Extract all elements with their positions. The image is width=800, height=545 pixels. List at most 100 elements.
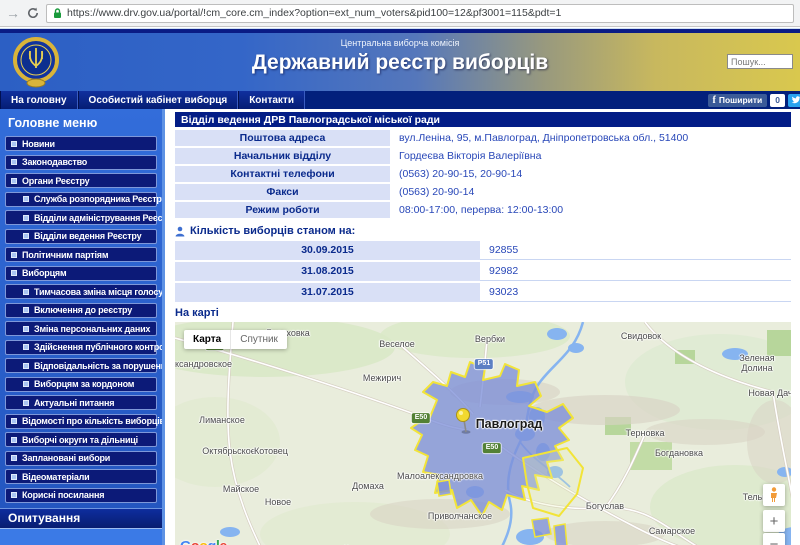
road-badge: Р51: [474, 359, 494, 369]
map-heading: На карті: [175, 307, 219, 319]
bullet-square-icon: [11, 418, 17, 424]
bullet-square-icon: [11, 270, 17, 276]
google-map[interactable]: Е50Е50Е50Р51 БулаховкаВеселоеВербкиСвидо…: [175, 322, 791, 545]
bullet-square-icon: [11, 251, 17, 258]
google-logo[interactable]: Google: [180, 539, 227, 545]
bullet-square-icon: [23, 196, 29, 202]
sidebar-menu-item[interactable]: Законодавство: [5, 154, 157, 170]
table-row: 31.08.2015 92982: [175, 262, 791, 281]
map-type-control: Карта Спутник: [184, 330, 287, 349]
sidebar-menu-item[interactable]: Відділи ведення Реєстру: [5, 228, 157, 244]
sidebar-menu-item[interactable]: Відомості про кількість виборців: [5, 413, 162, 429]
sidebar-menu: Новини Законодавство Органи Реєстру Служ…: [0, 136, 162, 503]
sidebar-menu-item[interactable]: Відповідальність за порушення: [5, 358, 162, 373]
sidebar-menu-item[interactable]: Здійснення публічного контролю: [5, 339, 162, 355]
detail-label: Контактні телефони: [175, 166, 390, 182]
zoom-out-button[interactable]: −: [763, 533, 785, 545]
detail-label: Режим роботи: [175, 202, 390, 218]
bullet-square-icon: [11, 436, 17, 443]
voter-date: 31.08.2015: [175, 262, 480, 281]
sidebar-menu-item[interactable]: Органи Реєстру: [5, 173, 157, 188]
bullet-square-icon: [23, 214, 29, 221]
table-row: Поштова адреса вул.Леніна, 95, м.Павлогр…: [175, 130, 791, 146]
office-title-bar: Відділ ведення ДРВ Павлоградської місько…: [175, 112, 791, 127]
main-content: Відділ ведення ДРВ Павлоградської місько…: [168, 109, 800, 545]
map-canvas: [175, 322, 791, 545]
detail-value: (0563) 20-90-15, 20-90-14: [399, 168, 523, 180]
road-badge: Е50: [482, 443, 502, 453]
bullet-square-icon: [11, 140, 17, 147]
bullet-square-icon: [23, 325, 29, 332]
poll-section-header: Опитування: [0, 507, 162, 528]
voter-date: 30.09.2015: [175, 241, 480, 260]
bullet-square-icon: [11, 473, 17, 480]
forward-icon[interactable]: →: [6, 6, 20, 20]
sidebar-menu-item[interactable]: Виборцям за кордоном: [5, 376, 157, 392]
padlock-icon: [53, 7, 62, 19]
zoom-in-button[interactable]: +: [763, 510, 785, 532]
reload-icon[interactable]: [27, 7, 39, 19]
url-text: https://www.drv.gov.ua/portal/!cm_core.c…: [67, 7, 562, 19]
agency-name: Центральна виборча комісія: [340, 38, 460, 48]
sidebar-menu-item[interactable]: Відділи адміністрування Реєстру: [5, 210, 162, 225]
sidebar-menu-item[interactable]: Зміна персональних даних: [5, 321, 157, 336]
table-row: Режим роботи 08:00-17:00, перерва: 12:00…: [175, 202, 791, 218]
site-header: Центральна виборча комісія Державний реє…: [0, 33, 800, 91]
facebook-share-button[interactable]: f Поширити: [707, 93, 768, 107]
sidebar-menu-item[interactable]: Служба розпорядника Реєстру: [5, 191, 162, 207]
bullet-square-icon: [23, 344, 29, 350]
sidebar-menu-item[interactable]: Корисні посилання: [5, 487, 157, 503]
cvk-emblem-logo: [12, 36, 60, 94]
voter-count: 92855: [480, 241, 791, 260]
detail-label: Факси: [175, 184, 390, 200]
sidebar-title: Головне меню: [8, 116, 98, 130]
sidebar: Головне меню Новини Законодавство Органи…: [0, 109, 165, 545]
nav-contacts-button[interactable]: Контакти: [238, 91, 305, 109]
pegman-control[interactable]: [763, 484, 785, 506]
detail-value: (0563) 20-90-14: [399, 186, 475, 198]
nav-cabinet-button[interactable]: Особистий кабінет виборця: [77, 91, 239, 109]
road-badge: Е50: [411, 413, 431, 423]
bullet-square-icon: [23, 399, 29, 406]
site-title: Державний реєстр виборців: [251, 51, 549, 74]
sidebar-menu-item[interactable]: Заплановані вибори: [5, 450, 157, 466]
table-row: 31.07.2015 93023: [175, 283, 791, 302]
bullet-square-icon: [11, 177, 17, 184]
bullet-square-icon: [23, 307, 29, 313]
detail-value: 08:00-17:00, перерва: 12:00-13:00: [399, 204, 564, 216]
bullet-square-icon: [11, 159, 17, 165]
voter-count: 93023: [480, 283, 791, 302]
bullet-square-icon: [23, 233, 29, 239]
sidebar-menu-item[interactable]: Виборчі округи та дільниці: [5, 432, 157, 447]
sidebar-menu-item[interactable]: Новини: [5, 136, 157, 151]
poll-section-body: [0, 527, 162, 545]
sidebar-menu-item[interactable]: Актуальні питання: [5, 395, 157, 410]
sidebar-menu-item[interactable]: Виборцям: [5, 265, 157, 281]
bullet-square-icon: [11, 455, 17, 461]
share-label: Поширити: [718, 95, 763, 105]
main-navbar: На головну Особистий кабінет виборця Кон…: [0, 91, 800, 109]
office-details-table: Поштова адреса вул.Леніна, 95, м.Павлогр…: [175, 130, 791, 218]
pegman-icon: [771, 487, 777, 502]
map-view-button[interactable]: Карта: [184, 330, 230, 349]
bullet-square-icon: [23, 288, 29, 295]
voter-count: 92982: [480, 262, 791, 281]
satellite-view-button[interactable]: Спутник: [230, 330, 287, 349]
voters-heading: Кількість виборців станом на:: [175, 225, 791, 237]
bullet-square-icon: [23, 381, 29, 387]
detail-value: вул.Леніна, 95, м.Павлоград, Дніпропетро…: [399, 132, 689, 144]
sidebar-menu-item[interactable]: Політичним партіям: [5, 247, 157, 262]
address-bar[interactable]: https://www.drv.gov.ua/portal/!cm_core.c…: [46, 3, 794, 23]
detail-label: Начальник відділу: [175, 148, 390, 164]
sidebar-menu-item[interactable]: Тимчасова зміна місця голосування: [5, 284, 162, 299]
bullet-square-icon: [11, 492, 17, 498]
detail-label: Поштова адреса: [175, 130, 390, 146]
table-row: Контактні телефони (0563) 20-90-15, 20-9…: [175, 166, 791, 182]
twitter-share-button[interactable]: [788, 93, 800, 107]
search-input[interactable]: [727, 54, 793, 69]
share-count-badge: 0: [770, 93, 785, 107]
sidebar-menu-item[interactable]: Відеоматеріали: [5, 469, 157, 484]
voter-date: 31.07.2015: [175, 283, 480, 302]
nav-home-button[interactable]: На головну: [0, 91, 78, 109]
sidebar-menu-item[interactable]: Включення до реєстру: [5, 302, 157, 318]
